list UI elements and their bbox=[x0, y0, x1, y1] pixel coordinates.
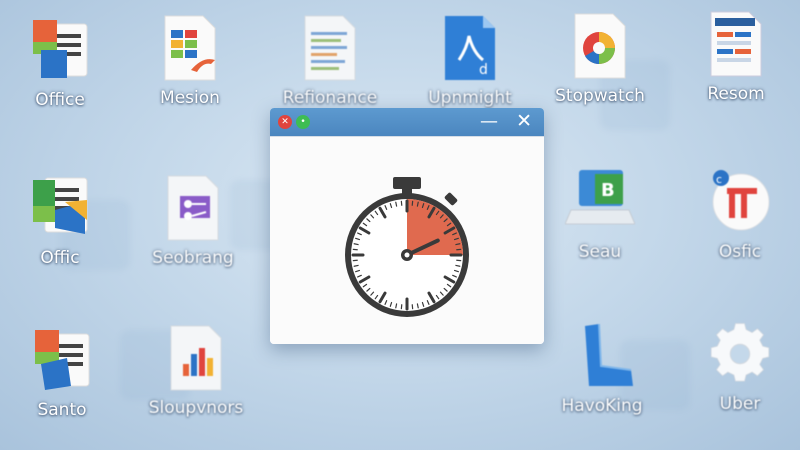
stopwatch-tick bbox=[416, 201, 419, 207]
pie-chart-doc-icon bbox=[565, 10, 635, 82]
stopwatch-tick bbox=[395, 303, 398, 309]
minimize-button[interactable]: — bbox=[480, 111, 498, 132]
desktop-icon-mesion[interactable]: Mesion bbox=[130, 12, 250, 108]
desktop-icon-osfic[interactable]: c Osfic bbox=[680, 166, 800, 262]
stopwatch-tick bbox=[353, 243, 359, 246]
calendar-doc-icon bbox=[701, 8, 771, 80]
spreadsheet-doc-icon bbox=[155, 12, 225, 84]
icon-label: Refionance bbox=[282, 88, 378, 108]
office-icon bbox=[25, 172, 95, 244]
desktop-icon-seau[interactable]: B Seau bbox=[540, 166, 660, 262]
blue-hook-icon bbox=[567, 320, 637, 392]
icon-label: Uber bbox=[719, 394, 761, 414]
svg-text:d: d bbox=[479, 62, 488, 78]
desktop-icon-office[interactable]: Office bbox=[0, 14, 120, 110]
stopwatch-tick bbox=[353, 264, 359, 267]
icon-label: Stopwatch bbox=[555, 86, 645, 106]
stopwatch-tick bbox=[455, 243, 461, 246]
window-titlebar[interactable]: ✕ • — ✕ bbox=[270, 108, 544, 136]
stopwatch-tick bbox=[455, 264, 461, 267]
icon-label: Seobrang bbox=[152, 248, 234, 268]
pdf-document-icon: d bbox=[435, 12, 505, 84]
icon-label: Mesion bbox=[160, 88, 220, 108]
desktop-icon-offic[interactable]: Offic bbox=[0, 172, 120, 268]
office-icon bbox=[25, 14, 95, 86]
desktop-icon-havoking[interactable]: HavoKing bbox=[542, 320, 662, 416]
office-icon bbox=[27, 324, 97, 396]
gear-icon bbox=[705, 318, 775, 390]
icon-label: Santo bbox=[37, 400, 87, 420]
desktop-icon-sloupvnors[interactable]: Sloupvnors bbox=[136, 322, 256, 418]
icon-label: Resom bbox=[707, 84, 765, 104]
document-icon bbox=[295, 12, 365, 84]
stopwatch-window[interactable]: ✕ • — ✕ bbox=[270, 108, 544, 344]
desktop-icon-uber[interactable]: Uber bbox=[680, 318, 800, 414]
chart-doc-icon bbox=[161, 322, 231, 394]
desktop-icon-upnmight[interactable]: d Upnmight bbox=[410, 12, 530, 108]
desktop-icon-stopwatch[interactable]: Stopwatch bbox=[540, 10, 660, 106]
icon-label: Seau bbox=[578, 242, 622, 262]
stopwatch-side-button bbox=[444, 192, 458, 206]
stopwatch-tick bbox=[416, 303, 419, 309]
expand-dot-button[interactable]: • bbox=[296, 115, 310, 129]
laptop-b-icon: B bbox=[564, 166, 636, 238]
office-circle-icon: c bbox=[705, 166, 775, 238]
close-dot-button[interactable]: ✕ bbox=[278, 115, 292, 129]
desktop-icon-resom[interactable]: Resom bbox=[676, 8, 796, 104]
stopwatch-hub-center bbox=[404, 252, 410, 258]
purple-doc-icon bbox=[158, 172, 228, 244]
stopwatch-tick bbox=[395, 201, 398, 207]
icon-label: Upnmight bbox=[428, 88, 512, 108]
icon-label: Office bbox=[35, 90, 85, 110]
desktop-icon-refionance[interactable]: Refionance bbox=[270, 12, 390, 108]
stopwatch-icon bbox=[345, 177, 469, 317]
svg-text:B: B bbox=[601, 180, 615, 201]
desktop-icon-santo[interactable]: Santo bbox=[2, 324, 122, 420]
close-button[interactable]: ✕ bbox=[516, 110, 532, 132]
icon-label: Offic bbox=[40, 248, 80, 268]
desktop-icon-seobrang[interactable]: Seobrang bbox=[133, 172, 253, 268]
icon-label: Sloupvnors bbox=[148, 398, 244, 418]
svg-text:c: c bbox=[716, 173, 722, 186]
window-content bbox=[270, 136, 544, 344]
icon-label: HavoKing bbox=[561, 396, 643, 416]
icon-label: Osfic bbox=[718, 242, 762, 262]
